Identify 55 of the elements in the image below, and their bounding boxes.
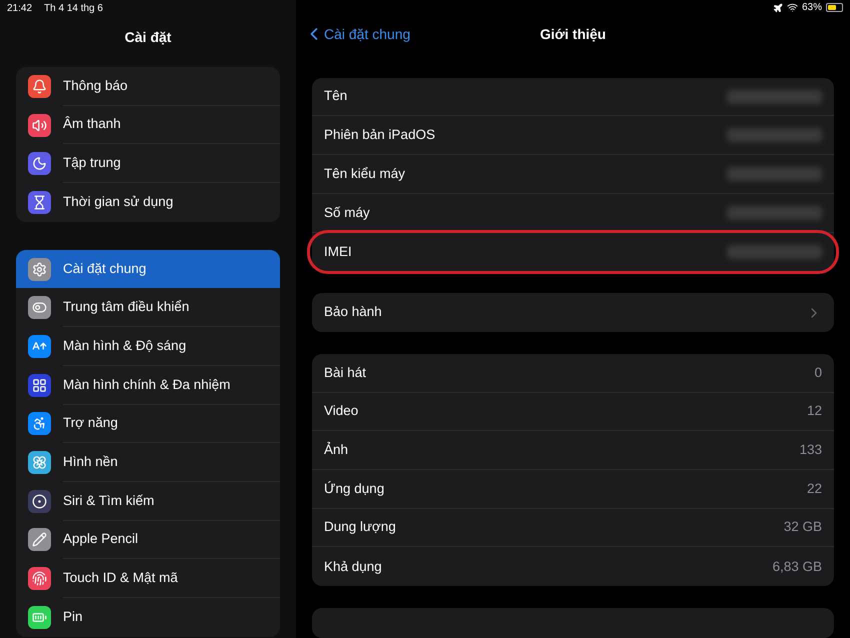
sidebar-item[interactable]: Màn hình & Độ sáng — [16, 327, 280, 366]
info-label: Ảnh — [324, 440, 350, 459]
back-button[interactable]: Cài đặt chung — [304, 24, 410, 45]
airplane-icon — [772, 2, 783, 13]
battery-icon — [826, 3, 843, 12]
info-value: 133 — [799, 440, 822, 459]
sidebar-item[interactable]: Trợ năng — [16, 404, 280, 444]
sidebar-item[interactable]: Thời gian sử dụng — [16, 183, 280, 222]
sidebar-item-label: Màn hình & Độ sáng — [63, 336, 186, 355]
info-label: IMEI — [324, 242, 353, 261]
status-date: Th 4 14 thg 6 — [44, 2, 103, 16]
sidebar-item[interactable]: Touch ID & Mật mã — [16, 559, 280, 598]
sidebar-item[interactable]: Apple Pencil — [16, 520, 280, 560]
sidebar-item-label: Thời gian sử dụng — [63, 193, 174, 212]
info-label: Số máy — [324, 204, 371, 222]
page-title: Giới thiệu — [540, 24, 606, 44]
battery-percent: 63% — [802, 1, 822, 16]
sidebar-title: Cài đặt — [124, 28, 172, 46]
info-label: Dung lượng — [324, 518, 397, 536]
info-value: 12 — [806, 402, 822, 420]
sidebar-item[interactable]: Trung tâm điều khiển — [16, 288, 280, 328]
status-time: 21:42 — [7, 2, 32, 16]
sidebar-item[interactable]: Âm thanh — [16, 106, 280, 144]
sidebar-item[interactable]: Pin — [16, 598, 280, 637]
sidebar-item-label: Trợ năng — [63, 414, 118, 432]
sidebar-item-label: Tập trung — [63, 154, 121, 172]
info-label: Khả dụng — [324, 558, 383, 576]
info-label: Ứng dụng — [324, 480, 386, 498]
info-row[interactable]: Bảo hành — [312, 293, 834, 332]
sidebar-item-label: Pin — [63, 608, 83, 626]
info-label: Phiên bản iPadOS — [324, 126, 436, 144]
info-value: 0 — [814, 364, 822, 382]
info-value: 22 — [806, 480, 822, 498]
sidebar-item-label: Touch ID & Mật mã — [63, 568, 178, 587]
sidebar-item[interactable]: Thông báo — [16, 67, 280, 106]
info-label: Video — [324, 402, 360, 420]
sidebar-item[interactable]: Cài đặt chung — [16, 250, 280, 288]
sidebar-item-label: Thông báo — [63, 76, 128, 95]
info-value: 32 GB — [784, 518, 822, 536]
sidebar-item-label: Cài đặt chung — [63, 260, 146, 278]
sidebar-item[interactable]: Màn hình chính & Đa nhiệm — [16, 366, 280, 404]
info-value: 6,83 GB — [772, 558, 822, 576]
info-label: Bảo hành — [324, 303, 383, 322]
info-label: Bài hát — [324, 364, 368, 382]
info-label: Tên — [324, 87, 348, 106]
sidebar-item-label: Trung tâm điều khiển — [63, 298, 190, 316]
sidebar-item[interactable]: Hình nền — [16, 443, 280, 482]
sidebar-item-label: Màn hình chính & Đa nhiệm — [63, 376, 230, 394]
sidebar-item-label: Âm thanh — [63, 115, 121, 134]
sidebar-item-label: Apple Pencil — [63, 530, 138, 548]
sidebar-item-label: Hình nền — [63, 452, 118, 471]
info-label: Tên kiểu máy — [324, 164, 406, 183]
sidebar-item-label: Siri & Tìm kiếm — [63, 492, 154, 510]
sidebar-item[interactable]: Siri & Tìm kiếm — [16, 482, 280, 521]
sidebar-item[interactable]: Tập trung — [16, 144, 280, 184]
